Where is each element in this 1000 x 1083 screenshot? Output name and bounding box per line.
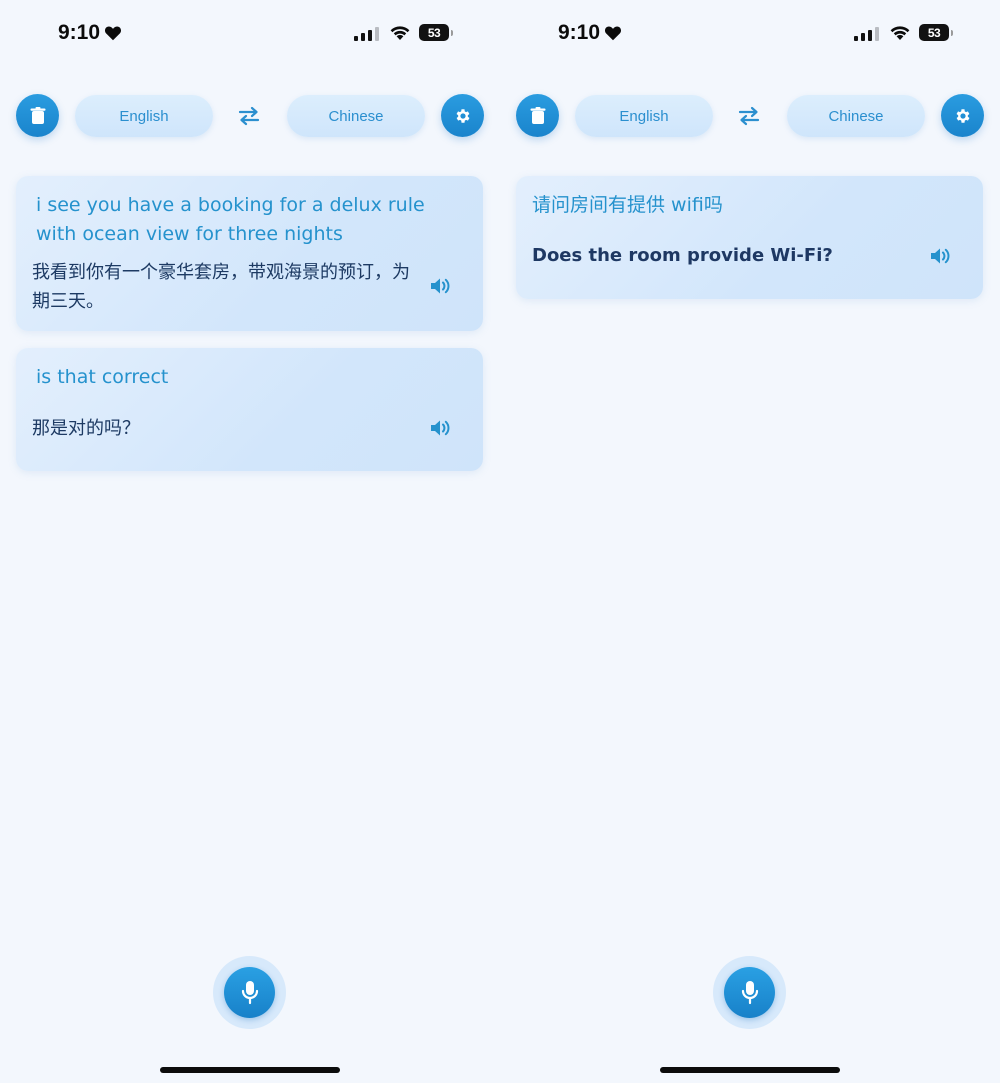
heart-icon (105, 26, 122, 41)
target-language-button[interactable]: Chinese (287, 95, 425, 137)
language-toolbar: English Chinese (516, 94, 984, 138)
status-bar: 9:10 53 (500, 18, 1000, 50)
source-text: 请问房间有提供 wifi吗 (532, 194, 723, 216)
gear-icon (956, 108, 969, 123)
microphone-button-ring (713, 956, 786, 1029)
trash-icon (30, 106, 45, 124)
microphone-button[interactable] (224, 967, 275, 1018)
status-time-text: 9:10 (58, 21, 101, 44)
signal-icon (354, 27, 379, 41)
battery-level: 53 (927, 25, 941, 40)
microphone-icon (741, 980, 758, 1004)
speaker-icon[interactable] (429, 276, 451, 296)
clear-history-button[interactable] (516, 94, 559, 137)
swap-icon[interactable] (737, 106, 761, 126)
settings-button[interactable] (941, 94, 984, 137)
translation-card: is that correct 那是对的吗？ (16, 348, 483, 471)
speaker-icon[interactable] (429, 418, 451, 438)
microphone-icon (241, 980, 258, 1004)
microphone-button[interactable] (724, 967, 775, 1018)
translation-card: i see you have a booking for a delux rul… (16, 176, 483, 331)
translation-card: 请问房间有提供 wifi吗 Does the room provide Wi-F… (516, 176, 983, 299)
battery-level: 53 (427, 25, 441, 40)
app-stage: 9:10 53 English Chinese i see you have a… (0, 0, 1000, 1083)
source-text: i see you have a booking for a delux rul… (36, 194, 425, 245)
wifi-icon (390, 26, 410, 40)
status-time: 9:10 (58, 21, 122, 45)
translation-text: 我看到你有一个豪华套房，带观海景的预订，为期三天。 (32, 262, 410, 312)
target-language-button[interactable]: Chinese (787, 95, 925, 137)
source-language-button[interactable]: English (75, 95, 213, 137)
language-toolbar: English Chinese (16, 94, 484, 138)
source-language-label: English (619, 107, 669, 125)
translator-screen-2: 9:10 53 English Chinese 请问房间有提供 wifi吗 Do… (500, 0, 1000, 1083)
home-indicator[interactable] (660, 1067, 840, 1073)
target-language-label: Chinese (328, 107, 384, 125)
swap-icon[interactable] (237, 106, 261, 126)
source-text: is that correct (36, 366, 169, 388)
battery-icon: 53 (919, 24, 953, 41)
battery-icon: 53 (419, 24, 453, 41)
translation-text: 那是对的吗？ (32, 418, 140, 439)
speaker-icon[interactable] (929, 246, 951, 266)
settings-button[interactable] (441, 94, 484, 137)
wifi-icon (890, 26, 910, 40)
source-language-label: English (119, 107, 169, 125)
microphone-button-ring (213, 956, 286, 1029)
heart-icon (605, 26, 622, 41)
status-time-text: 9:10 (558, 21, 601, 44)
status-time: 9:10 (558, 21, 622, 45)
translation-text: Does the room provide Wi-Fi? (532, 245, 833, 266)
target-language-label: Chinese (828, 107, 884, 125)
status-bar: 9:10 53 (0, 18, 500, 50)
gear-icon (456, 108, 469, 123)
translator-screen-1: 9:10 53 English Chinese i see you have a… (0, 0, 500, 1083)
source-language-button[interactable]: English (575, 95, 713, 137)
home-indicator[interactable] (160, 1067, 340, 1073)
clear-history-button[interactable] (16, 94, 59, 137)
signal-icon (854, 27, 879, 41)
trash-icon (530, 106, 545, 124)
